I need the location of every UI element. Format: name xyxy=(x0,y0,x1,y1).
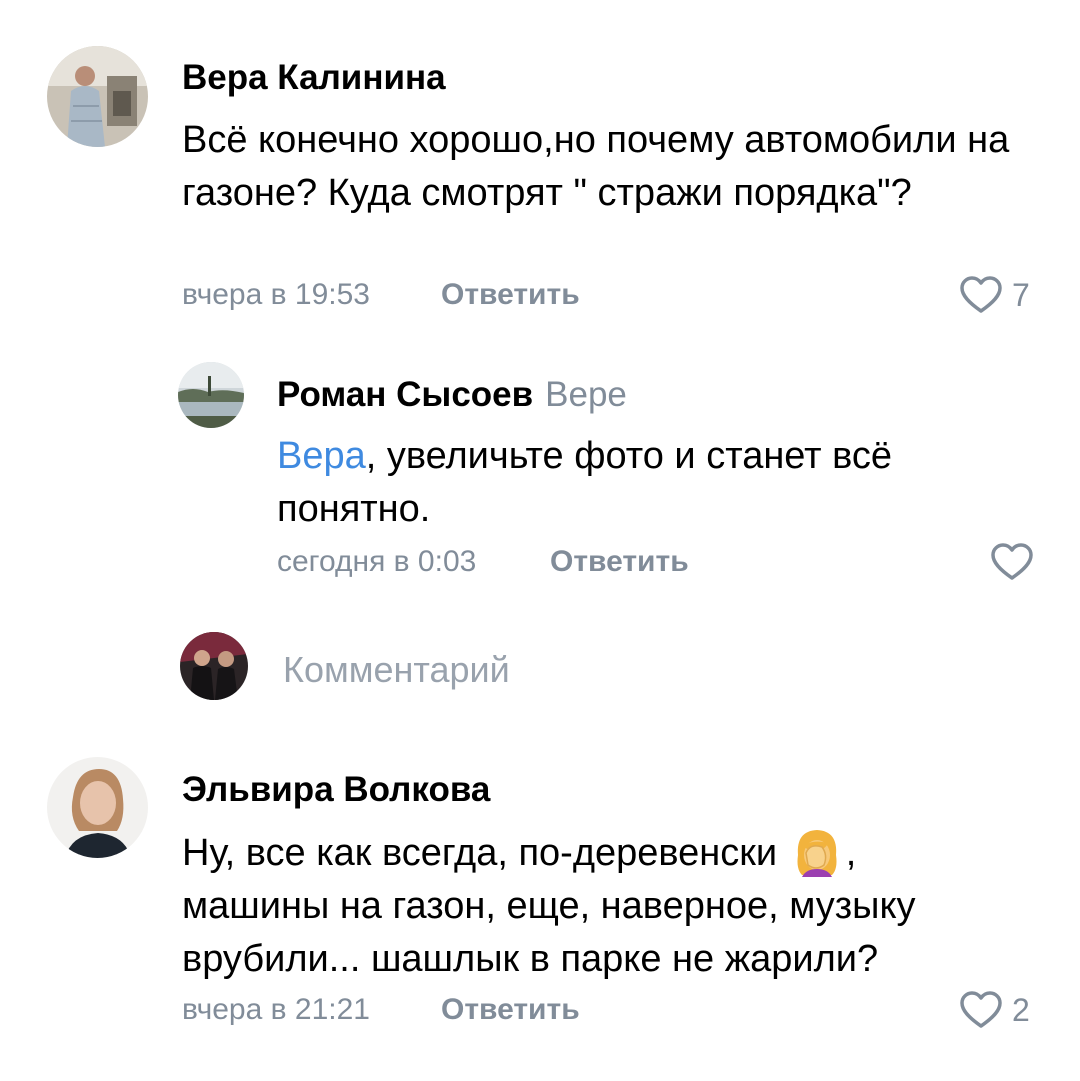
comment-input[interactable]: Комментарий xyxy=(283,650,510,690)
reply-to-label[interactable]: Вере xyxy=(545,375,627,414)
author-name[interactable]: Роман Сысоев xyxy=(277,375,533,414)
avatar-image xyxy=(47,757,148,858)
avatar xyxy=(180,632,248,700)
avatar[interactable] xyxy=(47,757,148,858)
reply-button[interactable]: Ответить xyxy=(441,992,580,1028)
comment-timestamp[interactable]: вчера в 19:53 xyxy=(182,277,370,313)
comment-author[interactable]: Роман Сысоев Вере xyxy=(277,375,627,415)
avatar-image xyxy=(180,632,248,700)
avatar[interactable] xyxy=(47,46,148,147)
avatar-image xyxy=(47,46,148,147)
comment-text: Вера, увеличьте фото и станет всё понятн… xyxy=(277,430,1007,536)
reply-button[interactable]: Ответить xyxy=(550,544,689,580)
woman-facepalming-emoji xyxy=(797,830,837,877)
heart-outline-icon xyxy=(991,543,1033,580)
like-count: 2 xyxy=(1012,991,1030,1028)
comment-author[interactable]: Вера Калинина xyxy=(182,58,446,98)
reply-button[interactable]: Ответить xyxy=(441,277,580,313)
avatar-image xyxy=(178,362,244,428)
comment-timestamp[interactable]: вчера в 21:21 xyxy=(182,992,370,1028)
avatar[interactable] xyxy=(178,362,244,428)
comment-author[interactable]: Эльвира Волкова xyxy=(182,770,490,810)
like-button[interactable] xyxy=(991,542,1033,582)
comment-text-part: Ну, все как всегда, по-деревенски xyxy=(182,832,778,874)
comment-timestamp[interactable]: сегодня в 0:03 xyxy=(277,544,476,580)
like-button[interactable]: 2 xyxy=(960,990,1030,1030)
like-button[interactable]: 7 xyxy=(960,275,1030,315)
comment-text: Ну, все как всегда, по-деревенски , маши… xyxy=(182,825,1012,986)
mention-link[interactable]: Вера xyxy=(277,435,366,477)
comment-text-body: , увеличьте фото и станет всё понятно. xyxy=(277,435,893,530)
heart-outline-icon xyxy=(960,991,1002,1028)
like-count: 7 xyxy=(1012,276,1030,313)
comment-text: Всё конечно хорошо,но почему автомобили … xyxy=(182,119,1010,214)
heart-outline-icon xyxy=(960,276,1002,313)
